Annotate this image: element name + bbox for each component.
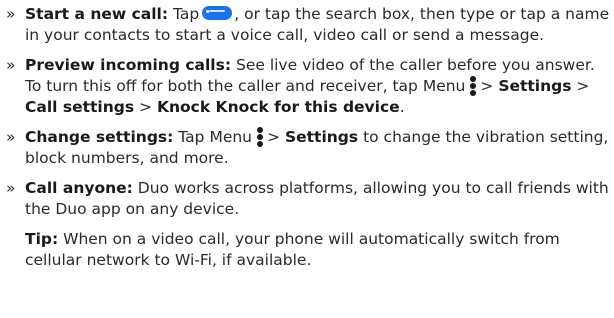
separator: > <box>576 77 590 95</box>
call-settings-label: Call settings <box>25 98 135 116</box>
list-item-change-settings: » Change settings: Tap Menu > Settings to… <box>6 127 610 169</box>
item-title: Change settings: <box>25 128 174 146</box>
bullet-marker: » <box>6 179 16 197</box>
bullet-marker: » <box>6 56 16 74</box>
tip-text: When on a video call, your phone will au… <box>25 230 560 269</box>
item-text: Tap Menu <box>178 128 253 146</box>
item-text: Tap <box>173 5 200 23</box>
separator: > <box>480 77 494 95</box>
item-title: Preview incoming calls: <box>25 56 232 74</box>
settings-label: Settings <box>284 128 359 146</box>
help-document: » Start a new call: Tap, or tap the sear… <box>0 0 614 318</box>
settings-label: Settings <box>498 77 572 95</box>
list-item-start-new-call: » Start a new call: Tap, or tap the sear… <box>6 4 610 46</box>
bullet-marker: » <box>6 128 16 146</box>
list-item-preview-incoming-calls: » Preview incoming calls: See live video… <box>6 55 610 118</box>
menu-dots-icon <box>470 76 477 96</box>
item-end: . <box>399 98 405 116</box>
item-title: Start a new call: <box>25 5 169 23</box>
tip-title: Tip: <box>25 230 59 248</box>
knock-knock-label: Knock Knock for this device <box>156 98 400 116</box>
tip-paragraph: Tip: When on a video call, your phone wi… <box>6 229 610 271</box>
start-chat-icon <box>202 6 233 20</box>
list-item-call-anyone: » Call anyone: Duo works across platform… <box>6 178 610 220</box>
menu-dots-icon <box>257 127 264 147</box>
separator: > <box>139 98 153 116</box>
bullet-marker: » <box>6 5 16 23</box>
item-title: Call anyone: <box>25 179 133 197</box>
separator: > <box>267 128 281 146</box>
